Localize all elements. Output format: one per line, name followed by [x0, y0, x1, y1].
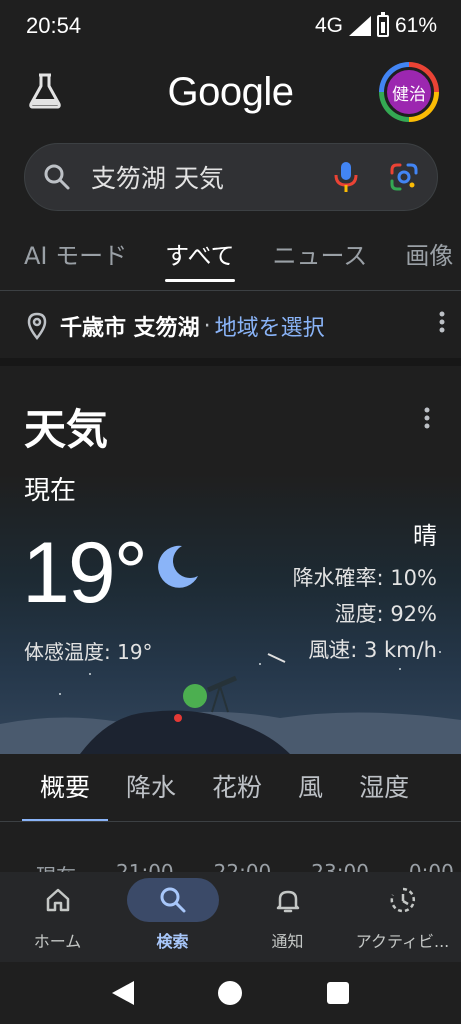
- search-icon: [44, 164, 70, 190]
- status-icons: 4G 61%: [314, 12, 437, 38]
- nav-home-label: ホーム: [33, 932, 82, 951]
- status-time: 20:54: [26, 13, 82, 38]
- weather-title: 天気: [24, 405, 109, 454]
- tab-images[interactable]: 画像: [405, 236, 453, 282]
- nav-notifications-pill: [242, 878, 334, 922]
- home-button-icon[interactable]: [218, 981, 243, 1005]
- nav-activity-label: アクティビ...: [355, 932, 450, 951]
- weather-tab-wind[interactable]: 風: [280, 754, 341, 822]
- current-temperature: 19°: [22, 525, 148, 621]
- google-lens-icon[interactable]: [389, 162, 419, 192]
- search-tabs: AI モード すべて ニュース 画像: [0, 236, 461, 290]
- nav-home[interactable]: ホーム: [0, 872, 115, 962]
- system-navigation: [0, 962, 461, 1024]
- tab-news[interactable]: ニュース: [273, 236, 368, 282]
- mic-icon[interactable]: [333, 161, 359, 193]
- weather-tabs: 概要 降水 花粉 風 湿度: [0, 754, 461, 822]
- nav-search-pill: [126, 878, 219, 922]
- battery-icon: [376, 12, 389, 37]
- header: Google 健治: [0, 58, 461, 128]
- battery-level: 61%: [394, 14, 437, 37]
- bell-icon: [276, 890, 299, 913]
- signal-icon: [348, 16, 371, 36]
- location-pin-icon: [27, 312, 47, 340]
- nav-activity[interactable]: アクティビ...: [345, 872, 460, 962]
- weather-card: 天気 現在 19° 体感温度: 19° 晴 降水確率: 10% 湿度: 92% …: [0, 366, 461, 754]
- weather-tab-humidity[interactable]: 湿度: [341, 754, 427, 822]
- activity-icon: [390, 887, 415, 913]
- nav-search-label: 検索: [156, 932, 189, 951]
- weather-more-icon[interactable]: [423, 406, 431, 430]
- tabs-divider: [0, 290, 461, 291]
- back-icon[interactable]: [112, 981, 135, 1005]
- nav-activity-pill: [357, 878, 449, 922]
- search-query[interactable]: 支笏湖 天気: [91, 159, 333, 195]
- night-scene-illustration: [0, 645, 461, 754]
- account-avatar-button[interactable]: 健治: [379, 62, 439, 122]
- home-icon: [46, 888, 69, 912]
- location-name: 千歳市 支笏湖: [60, 316, 200, 341]
- weather-tab-overview[interactable]: 概要: [22, 754, 109, 822]
- nav-search[interactable]: 検索: [115, 872, 230, 962]
- weather-tabs-divider: [0, 821, 461, 822]
- nav-home-pill: [12, 878, 104, 922]
- tab-all[interactable]: すべて: [165, 236, 235, 282]
- select-region-link[interactable]: 地域を選択: [215, 310, 325, 342]
- recent-apps-icon[interactable]: [326, 982, 349, 1004]
- more-vert-icon[interactable]: [438, 310, 446, 334]
- bottom-navigation: ホーム 検索 通知 アクティビ...: [0, 872, 461, 962]
- search-box[interactable]: 支笏湖 天気: [24, 143, 438, 211]
- tab-ai-mode[interactable]: AI モード: [24, 236, 127, 282]
- moon-icon: [158, 545, 198, 588]
- weather-tab-pollen[interactable]: 花粉: [194, 754, 280, 822]
- precipitation-chance: 降水確率: 10%: [292, 566, 437, 590]
- nav-notifications-label: 通知: [271, 932, 304, 951]
- weather-condition: 晴: [413, 522, 437, 550]
- avatar: 健治: [384, 67, 434, 117]
- current-label: 現在: [24, 476, 77, 506]
- location-separator: ·: [203, 313, 211, 339]
- weather-tab-precipitation[interactable]: 降水: [108, 754, 194, 822]
- search-icon: [160, 887, 185, 913]
- humidity: 湿度: 92%: [334, 602, 437, 626]
- nav-notifications[interactable]: 通知: [230, 872, 345, 962]
- status-bar: 20:54 4G 61%: [0, 0, 461, 52]
- location-bar: 千歳市 支笏湖 · 地域を選択: [26, 306, 446, 346]
- network-type: 4G: [314, 14, 343, 37]
- section-gap: [0, 358, 461, 366]
